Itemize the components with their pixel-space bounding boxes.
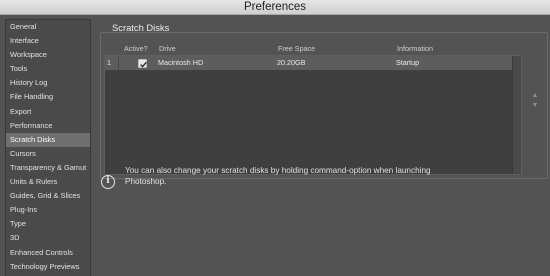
section-title: Scratch Disks — [112, 22, 170, 33]
sidebar-item-plug-ins[interactable]: Plug-Ins — [6, 203, 90, 217]
window-title-bar: Preferences — [0, 0, 550, 15]
information-cell: Startup — [396, 58, 420, 67]
sidebar-item-scratch-disks[interactable]: Scratch Disks — [6, 132, 90, 147]
info-text: You can also change your scratch disks b… — [125, 166, 431, 187]
sidebar-item-performance[interactable]: Performance — [6, 119, 90, 133]
sidebar-item-file-handling[interactable]: File Handling — [6, 90, 90, 104]
sidebar-item-general[interactable]: General — [6, 20, 90, 34]
active-checkbox[interactable] — [138, 59, 147, 68]
drive-cell: Macintosh HD — [158, 58, 204, 67]
row-number: 1 — [105, 56, 119, 70]
sidebar-item-interface[interactable]: Interface — [6, 34, 90, 48]
scratch-disks-table: 1 Macintosh HD 20.20GB Startup — [104, 55, 522, 175]
window-title: Preferences — [243, 1, 306, 13]
sidebar-item-workspace[interactable]: Workspace — [6, 48, 90, 62]
sidebar-item-history-log[interactable]: History Log — [6, 76, 90, 90]
table-row[interactable]: 1 Macintosh HD 20.20GB Startup — [105, 56, 512, 70]
sidebar-item-technology-previews[interactable]: Technology Previews — [6, 260, 90, 274]
triangle-up-icon: ▲ — [531, 92, 539, 99]
sidebar-item-export[interactable]: Export — [6, 105, 90, 119]
free-space-cell: 20.20GB — [277, 58, 306, 67]
column-header-active: Active? — [124, 44, 148, 53]
sidebar-item-guides-grid-slices[interactable]: Guides, Grid & Slices — [6, 189, 90, 203]
sidebar-item-enhanced-controls[interactable]: Enhanced Controls — [6, 246, 90, 260]
sidebar-item-units-rulers[interactable]: Units & Rulers — [6, 175, 90, 189]
sidebar-item-transparency-gamut[interactable]: Transparency & Gamut — [6, 161, 90, 175]
checkmark-icon — [140, 61, 147, 68]
triangle-down-icon: ▼ — [531, 102, 539, 109]
sidebar-item-cursors[interactable]: Cursors — [6, 147, 90, 161]
scratch-disks-table-header: Active? Drive Free Space Information — [102, 44, 522, 54]
table-scrollbar[interactable] — [512, 56, 521, 174]
info-icon: i — [101, 175, 115, 189]
preferences-sidebar: General Interface Workspace Tools Histor… — [5, 19, 91, 276]
column-header-information: Information — [397, 44, 433, 53]
sidebar-item-3d[interactable]: 3D — [6, 231, 90, 245]
move-up-button[interactable]: ▲ — [530, 92, 540, 100]
sidebar-item-tools[interactable]: Tools — [6, 62, 90, 76]
move-down-button[interactable]: ▼ — [530, 102, 540, 110]
scratch-disks-panel: Scratch Disks Active? Drive Free Space I… — [98, 19, 550, 276]
sidebar-item-type[interactable]: Type — [6, 217, 90, 231]
column-header-free-space: Free Space — [278, 44, 316, 53]
column-header-drive: Drive — [159, 44, 176, 53]
